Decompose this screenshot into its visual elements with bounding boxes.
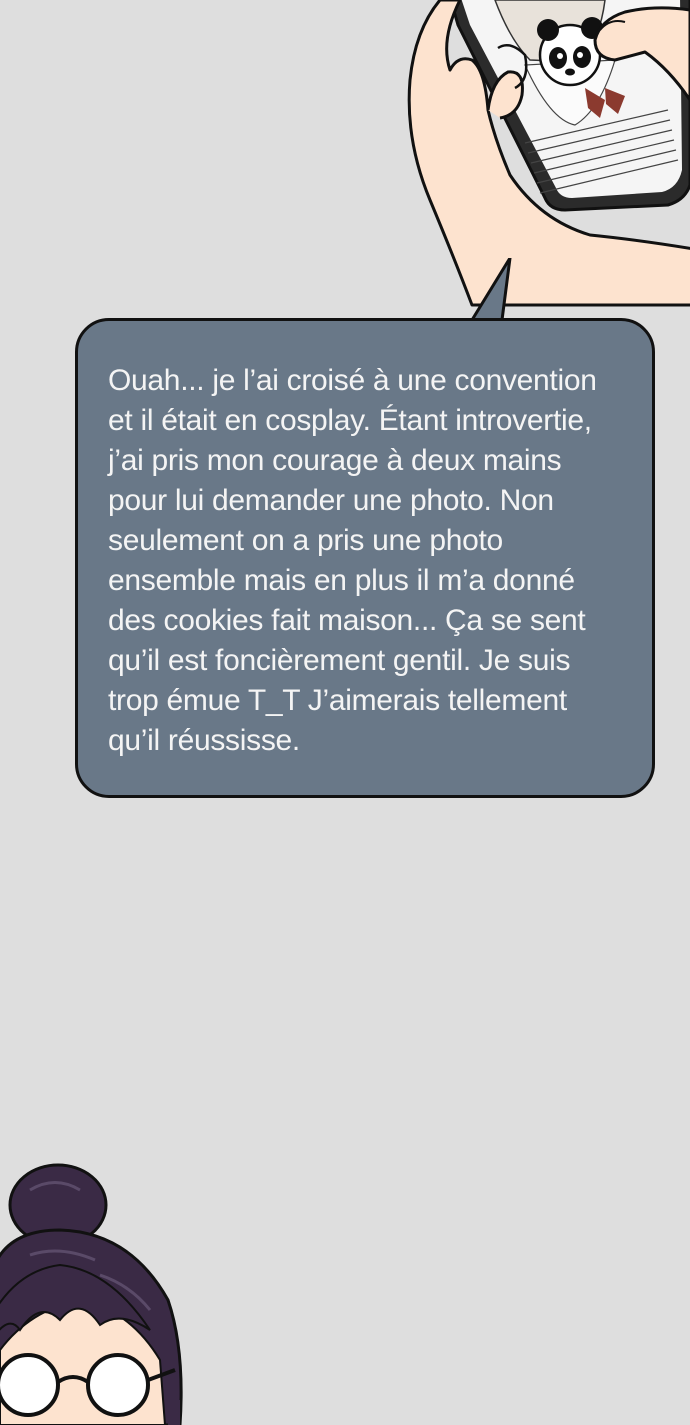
- girl-with-glasses-illustration: [0, 1163, 183, 1425]
- panda-sticker-icon: [537, 17, 603, 87]
- speech-bubble-text: Ouah... je l’ai croisé à une convention …: [108, 364, 597, 757]
- hands-holding-phone-illustration: [407, 0, 690, 307]
- comic-panel: Ouah... je l’ai croisé à une convention …: [0, 0, 690, 1425]
- speech-bubble: Ouah... je l’ai croisé à une convention …: [75, 318, 655, 798]
- speech-bubble-tail: [468, 258, 512, 324]
